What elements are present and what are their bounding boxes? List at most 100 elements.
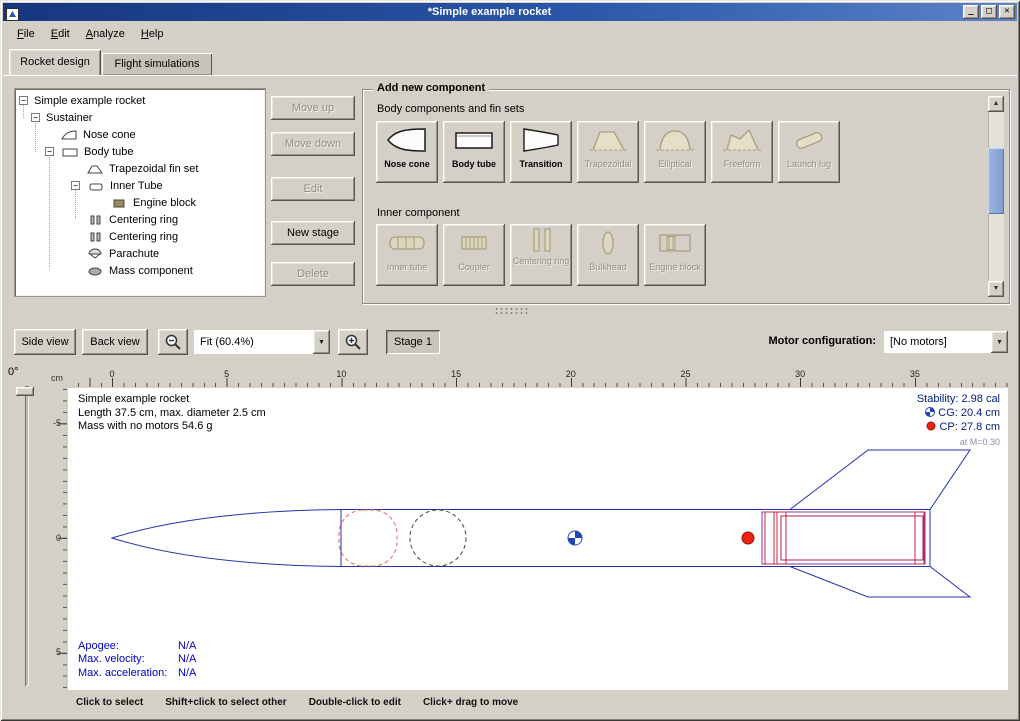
button-label: Body tube: [452, 159, 496, 169]
stability-value: Stability: 2.98 cal: [917, 393, 1000, 407]
max-velocity-label: Max. velocity:: [78, 653, 178, 667]
component-tree[interactable]: − Simple example rocket − Sustainer Nose…: [14, 88, 266, 297]
max-velocity-line: Max. velocity:N/A: [78, 653, 196, 667]
tree-item-label: Inner Tube: [110, 180, 163, 192]
rotation-slider-handle[interactable]: [16, 387, 34, 396]
add-coupler-button[interactable]: Coupler: [443, 224, 505, 286]
menu-analyze[interactable]: Analyze: [80, 26, 131, 42]
upper-fin: [790, 450, 970, 510]
move-up-button[interactable]: Move up: [271, 96, 355, 120]
collapse-icon[interactable]: −: [31, 113, 40, 122]
collapse-icon[interactable]: −: [71, 181, 80, 190]
edit-button[interactable]: Edit: [271, 177, 355, 201]
tree-item-nose-cone[interactable]: Nose cone: [15, 126, 265, 143]
scroll-up-button[interactable]: ▲: [988, 96, 1004, 112]
zoom-in-icon: [344, 333, 362, 351]
tree-item-parachute[interactable]: Parachute: [15, 245, 265, 262]
zoom-select[interactable]: Fit (60.4%) ▼: [194, 330, 330, 354]
apogee-value: N/A: [178, 640, 196, 652]
add-launch-lug-button[interactable]: Launch lug: [778, 121, 840, 183]
button-label: Centering ring: [513, 256, 570, 266]
group-title: Add new component: [373, 82, 489, 94]
max-acceleration-label: Max. acceleration:: [78, 667, 178, 681]
motor-mount-outline: [781, 516, 923, 560]
component-panel-scrollbar[interactable]: ▲ ▼: [988, 96, 1004, 297]
trapezoidal-fin-icon: [586, 121, 630, 159]
stage-1-toggle[interactable]: Stage 1: [386, 330, 440, 354]
add-trapezoidal-fin-button[interactable]: Trapezoidal: [577, 121, 639, 183]
cp-line: CP: 27.8 cm: [917, 421, 1000, 436]
button-label: Transition: [519, 159, 562, 169]
cp-value: CP: 27.8 cm: [939, 421, 1000, 433]
body-tube-icon: [62, 147, 78, 157]
flight-info: Apogee:N/A Max. velocity:N/A Max. accele…: [78, 640, 196, 681]
add-transition-button[interactable]: Transition: [510, 121, 572, 183]
scrollbar-thumb[interactable]: [988, 148, 1004, 214]
tab-rocket-design[interactable]: Rocket design: [9, 49, 101, 75]
side-view-button[interactable]: Side view: [14, 329, 76, 355]
inner-tube-icon: [385, 224, 429, 262]
max-acceleration-line: Max. acceleration:N/A: [78, 667, 196, 681]
move-down-button[interactable]: Move down: [271, 132, 355, 156]
chevron-down-icon[interactable]: ▼: [313, 330, 330, 354]
back-view-button[interactable]: Back view: [82, 329, 148, 355]
motor-configuration-label: Motor configuration:: [768, 335, 876, 347]
button-label: Engine block: [649, 262, 701, 272]
tree-item-inner-tube[interactable]: − Inner Tube: [15, 177, 265, 194]
tab-panel-edge: [3, 75, 1017, 77]
add-centering-ring-button[interactable]: Centering ring: [510, 224, 572, 286]
chevron-down-icon[interactable]: ▼: [991, 331, 1008, 353]
coupler-icon: [452, 224, 496, 262]
add-body-tube-button[interactable]: Body tube: [443, 121, 505, 183]
centering-ring-icon: [87, 232, 103, 242]
button-label: Nose cone: [384, 159, 430, 169]
launch-lug-icon: [787, 121, 831, 159]
tree-item-rocket[interactable]: − Simple example rocket: [15, 92, 265, 109]
menu-edit[interactable]: Edit: [45, 26, 76, 42]
centering-ring-icon: [87, 215, 103, 225]
menu-file[interactable]: File: [11, 26, 41, 42]
mass-component-icon: [87, 266, 103, 276]
motor-configuration-select[interactable]: [No motors] ▼: [884, 331, 1008, 353]
scroll-down-button[interactable]: ▼: [988, 281, 1004, 297]
rotation-slider-track[interactable]: [25, 386, 29, 686]
hint-shift-click: Shift+click to select other: [165, 697, 286, 708]
tree-item-mass-component[interactable]: Mass component: [15, 262, 265, 279]
zoom-in-button[interactable]: [338, 329, 368, 355]
add-inner-tube-button[interactable]: Inner tube: [376, 224, 438, 286]
add-freeform-fin-button[interactable]: Freeform: [711, 121, 773, 183]
new-stage-button[interactable]: New stage: [271, 221, 355, 245]
add-bulkhead-button[interactable]: Bulkhead: [577, 224, 639, 286]
tree-item-fin-set[interactable]: Trapezoidal fin set: [15, 160, 265, 177]
collapse-icon[interactable]: −: [45, 147, 54, 156]
rocket-mass: Mass with no motors 54.6 g: [78, 420, 266, 434]
cg-marker: [568, 531, 582, 545]
tree-item-sustainer[interactable]: − Sustainer: [15, 109, 265, 126]
maximize-button[interactable]: □: [981, 5, 997, 19]
tab-flight-simulations[interactable]: Flight simulations: [102, 53, 212, 75]
tree-item-centering-ring-2[interactable]: Centering ring: [15, 228, 265, 245]
add-elliptical-fin-button[interactable]: Elliptical: [644, 121, 706, 183]
rocket-info: Simple example rocket Length 37.5 cm, ma…: [78, 393, 266, 434]
rocket-design-canvas[interactable]: Simple example rocket Length 37.5 cm, ma…: [68, 388, 1008, 690]
cg-icon: [925, 407, 935, 422]
cp-icon: [926, 421, 936, 436]
add-engine-block-button[interactable]: Engine block: [644, 224, 706, 286]
ruler-ticks: [68, 378, 1008, 387]
max-acceleration-value: N/A: [178, 667, 196, 679]
menu-help[interactable]: Help: [135, 26, 170, 42]
tree-item-engine-block[interactable]: Engine block: [15, 194, 265, 211]
zoom-out-button[interactable]: [158, 329, 188, 355]
tree-item-body-tube[interactable]: − Body tube: [15, 143, 265, 160]
button-label: Inner tube: [387, 262, 428, 272]
add-nose-cone-button[interactable]: Nose cone: [376, 121, 438, 183]
delete-button[interactable]: Delete: [271, 262, 355, 286]
tree-item-centering-ring-1[interactable]: Centering ring: [15, 211, 265, 228]
bulkhead-icon: [586, 224, 630, 262]
close-button[interactable]: ✕: [999, 5, 1015, 19]
apogee-line: Apogee:N/A: [78, 640, 196, 654]
split-pane-handle[interactable]: [494, 307, 528, 316]
rocket-dimensions: Length 37.5 cm, max. diameter 2.5 cm: [78, 407, 266, 421]
collapse-icon[interactable]: −: [19, 96, 28, 105]
minimize-button[interactable]: _: [963, 5, 979, 19]
